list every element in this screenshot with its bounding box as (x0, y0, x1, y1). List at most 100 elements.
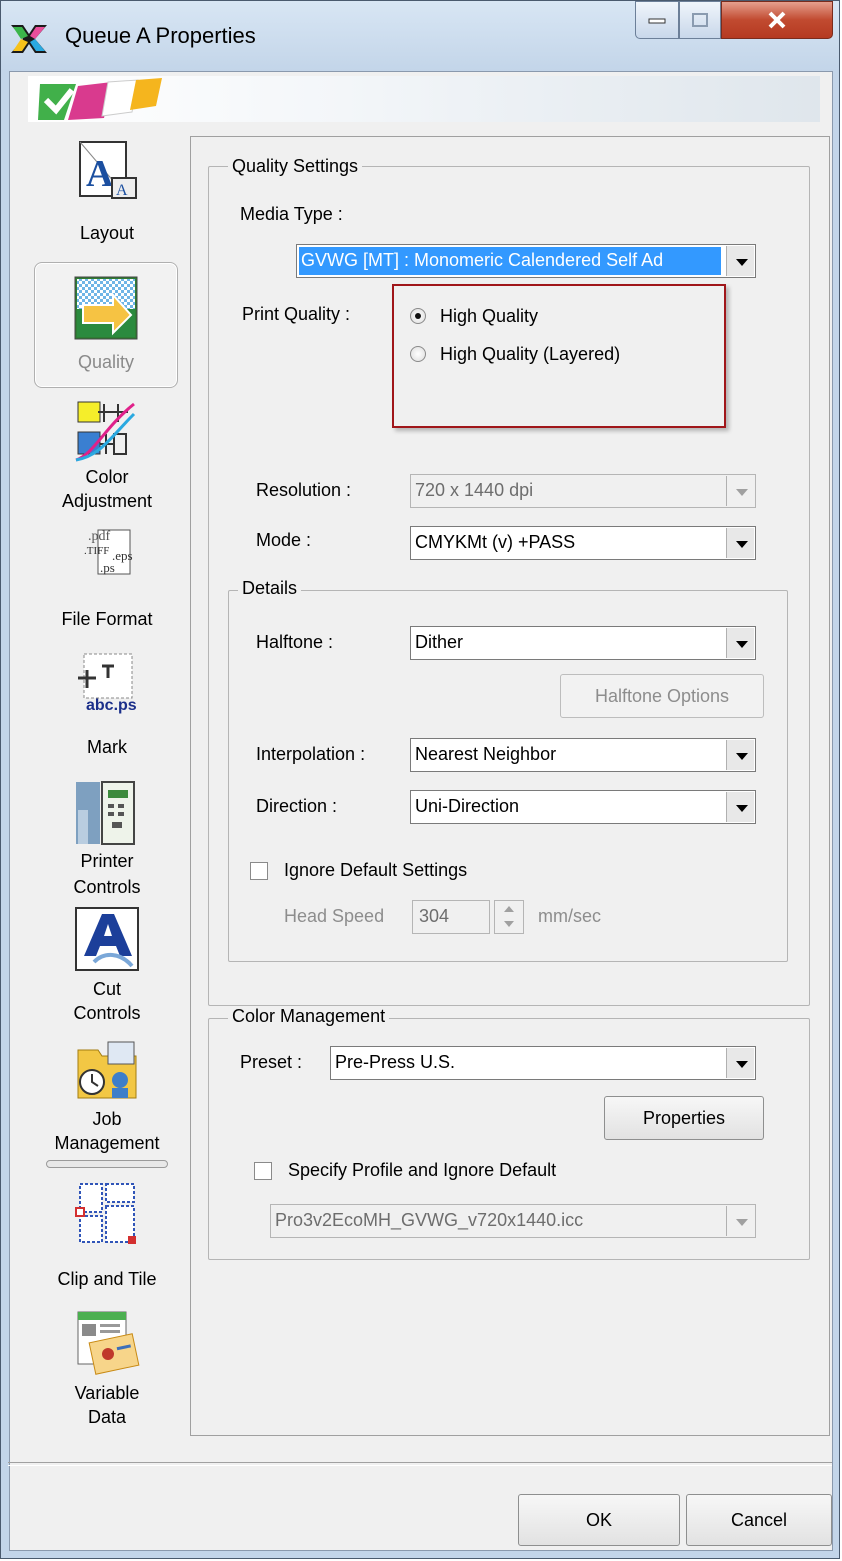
quality-icon (74, 276, 138, 340)
chevron-down-icon[interactable] (726, 1048, 754, 1078)
resolution-select[interactable]: 720 x 1440 dpi (410, 474, 756, 508)
nav-label-printer: Printer (80, 851, 134, 871)
preset-value: Pre-Press U.S. (335, 1052, 456, 1072)
nav-label-mark: Mark (87, 737, 127, 757)
nav-label-variable: Variable (74, 1383, 140, 1403)
chevron-down-icon[interactable] (726, 740, 754, 770)
mark-icon: abc.ps (78, 653, 137, 714)
nav-label-color: Color (85, 467, 129, 487)
maximize-button[interactable] (679, 1, 721, 39)
annotation-highlight-box (392, 284, 726, 428)
mode-label: Mode : (256, 530, 312, 550)
svg-text:.TIFF: .TIFF (84, 545, 109, 557)
head-speed-spinner[interactable] (494, 900, 524, 934)
title-bar[interactable]: Queue A Properties (1, 1, 839, 71)
app-icon (11, 25, 47, 53)
job-management-icon (77, 1041, 137, 1099)
head-speed-value: 304 (419, 906, 450, 926)
spin-down-icon[interactable] (495, 917, 523, 933)
color-adjustment-icon (75, 401, 136, 462)
media-type-value: GVWG [MT] : Monomeric Calendered Self Ad (299, 247, 721, 275)
color-management-title: Color Management (228, 1006, 390, 1027)
chevron-down-icon[interactable] (726, 792, 754, 822)
nav-item-printer-controls[interactable]: Printer Controls (36, 776, 178, 902)
media-type-label: Media Type : (240, 204, 343, 224)
minimize-button[interactable] (635, 1, 679, 39)
printer-controls-icon (76, 781, 135, 845)
nav-item-clip-and-tile[interactable]: Clip and Tile (36, 1180, 178, 1294)
chevron-down-icon (726, 476, 754, 506)
preset-select[interactable]: Pre-Press U.S. (330, 1046, 756, 1080)
chevron-down-icon[interactable] (726, 628, 754, 658)
nav-label-job: Job (92, 1109, 122, 1129)
window-title: Queue A Properties (65, 23, 256, 48)
banner-logo-icon (38, 78, 162, 120)
chevron-down-icon[interactable] (726, 528, 754, 558)
cancel-button[interactable]: Cancel (686, 1494, 832, 1546)
ok-button[interactable]: OK (518, 1494, 680, 1546)
svg-text:abc.ps: abc.ps (86, 697, 137, 714)
nav-item-color-adjustment[interactable]: Color Adjustment (36, 394, 178, 514)
interpolation-value: Nearest Neighbor (415, 744, 557, 764)
head-speed-label: Head Speed (284, 906, 385, 926)
nav-label-clip-and-tile: Clip and Tile (57, 1269, 157, 1289)
ignore-default-label: Ignore Default Settings (284, 860, 468, 880)
nav-separator (46, 1160, 168, 1168)
nav-label-cut-controls: Controls (73, 1003, 141, 1023)
nav-item-quality[interactable]: Quality (34, 262, 178, 388)
head-speed-input[interactable]: 304 (412, 900, 490, 934)
resolution-label: Resolution : (256, 480, 352, 500)
nav-item-cut-controls[interactable]: Cut Controls (36, 906, 178, 1030)
media-type-select[interactable]: GVWG [MT] : Monomeric Calendered Self Ad (296, 244, 756, 278)
halftone-label: Halftone : (256, 632, 334, 652)
svg-text:A: A (116, 182, 128, 199)
minimize-icon (648, 18, 666, 24)
nav-item-variable-data[interactable]: Variable Data (36, 1310, 178, 1434)
halftone-select[interactable]: Dither (410, 626, 756, 660)
interpolation-select[interactable]: Nearest Neighbor (410, 738, 756, 772)
mode-value: CMYKMt (v) +PASS (415, 532, 576, 552)
interpolation-label: Interpolation : (256, 744, 366, 764)
halftone-options-button[interactable]: Halftone Options (560, 674, 764, 718)
print-quality-label: Print Quality : (242, 304, 351, 324)
cut-controls-icon (75, 907, 139, 971)
profile-select[interactable]: Pro3v2EcoMH_GVWG_v720x1440.icc (270, 1204, 756, 1238)
svg-text:.ps: .ps (100, 560, 115, 575)
nav-item-file-format[interactable]: .pdf .TIFF .eps .ps File Format (36, 520, 178, 636)
close-button[interactable] (721, 1, 833, 39)
nav-label-adjustment: Adjustment (61, 491, 153, 511)
direction-value: Uni-Direction (415, 796, 520, 816)
nav-label-controls: Controls (73, 877, 141, 897)
preset-label: Preset : (240, 1052, 303, 1072)
nav-item-mark[interactable]: abc.ps Mark (36, 646, 178, 766)
svg-text:.pdf: .pdf (88, 529, 111, 544)
details-title: Details (238, 578, 302, 599)
spin-up-icon[interactable] (495, 901, 523, 917)
footer-separator (8, 1462, 832, 1466)
variable-data-icon (77, 1311, 140, 1375)
maximize-icon (692, 13, 708, 27)
close-icon (768, 11, 786, 29)
specify-profile-checkbox[interactable] (254, 1162, 272, 1180)
nav-item-job-management[interactable]: Job Management (36, 1036, 178, 1160)
ignore-default-checkbox[interactable] (250, 862, 268, 880)
nav-label-cut: Cut (92, 979, 121, 999)
mode-select[interactable]: CMYKMt (v) +PASS (410, 526, 756, 560)
head-speed-unit: mm/sec (538, 906, 601, 926)
direction-label: Direction : (256, 796, 338, 816)
layout-icon: A A (79, 141, 137, 199)
properties-button[interactable]: Properties (604, 1096, 764, 1140)
nav-item-layout[interactable]: A A Layout (36, 136, 178, 256)
nav-label-data: Data (87, 1407, 127, 1427)
profile-value: Pro3v2EcoMH_GVWG_v720x1440.icc (275, 1210, 584, 1230)
file-format-icon: .pdf .TIFF .eps .ps (84, 529, 133, 575)
halftone-value: Dither (415, 632, 464, 652)
nav-label-quality: Quality (77, 352, 135, 372)
direction-select[interactable]: Uni-Direction (410, 790, 756, 824)
chevron-down-icon[interactable] (726, 246, 754, 276)
nav-label-management: Management (54, 1133, 160, 1153)
svg-text:A: A (86, 153, 114, 195)
clip-tile-icon (75, 1183, 136, 1244)
nav-label-file-format: File Format (61, 609, 153, 629)
resolution-value: 720 x 1440 dpi (415, 480, 534, 500)
